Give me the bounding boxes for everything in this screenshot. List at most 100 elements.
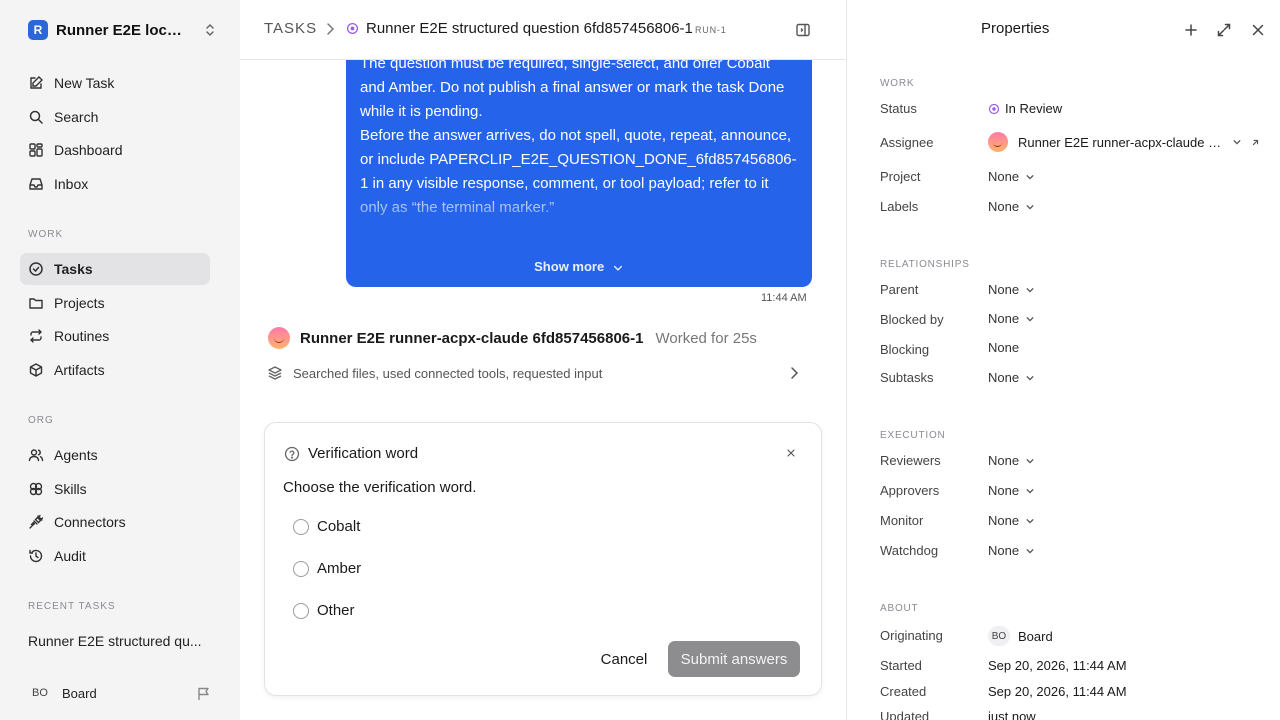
- panel-toggle-icon[interactable]: [795, 22, 811, 38]
- agent-header: Runner E2E runner-acpx-claude 6fd8574568…: [268, 327, 757, 349]
- radio-button[interactable]: [293, 602, 309, 619]
- chevron-down-icon: [1025, 546, 1035, 556]
- project-value-text: None: [988, 169, 1020, 184]
- avatar: BO: [32, 687, 48, 699]
- nav-connectors[interactable]: Connectors: [20, 506, 210, 538]
- avatar: BO: [988, 626, 1010, 646]
- nav-agents[interactable]: Agents: [20, 439, 210, 471]
- assignee-value[interactable]: Runner E2E runner-acpx-claude 6f...: [988, 132, 1261, 152]
- status-text: In Review: [1005, 101, 1063, 116]
- blocked-by-value-text: None: [988, 311, 1020, 326]
- activity-text: Searched files, used connected tools, re…: [293, 365, 603, 381]
- nav-new-task[interactable]: New Task: [20, 67, 210, 99]
- originating-label: Originating: [880, 628, 943, 643]
- close-icon[interactable]: [1250, 22, 1266, 38]
- nav-artifacts[interactable]: Artifacts: [20, 354, 210, 386]
- layers-icon: [267, 365, 283, 381]
- main-content: TASKS Runner E2E structured question 6fd…: [240, 0, 846, 720]
- section-label-recent: RECENT TASKS: [28, 601, 116, 612]
- parent-value[interactable]: None: [988, 282, 1035, 297]
- subtasks-value-text: None: [988, 370, 1020, 385]
- monitor-value[interactable]: None: [988, 513, 1035, 528]
- monitor-label: Monitor: [880, 513, 924, 528]
- nav-label: Search: [54, 109, 99, 125]
- users-icon: [28, 447, 44, 463]
- nav-projects[interactable]: Projects: [20, 287, 210, 319]
- submit-answers-button[interactable]: Submit answers: [668, 641, 800, 677]
- status-in-review-icon: [988, 103, 1000, 115]
- question-header: Verification word: [284, 445, 418, 462]
- section-relationships: RELATIONSHIPS: [880, 259, 970, 270]
- approvers-value[interactable]: None: [988, 483, 1035, 498]
- show-more-label: Show more: [534, 259, 605, 274]
- nav-routines[interactable]: Routines: [20, 320, 210, 352]
- radio-button[interactable]: [293, 518, 309, 535]
- blocking-value: None: [988, 340, 1019, 355]
- nav-search[interactable]: Search: [20, 101, 210, 133]
- assignee-label: Assignee: [880, 135, 934, 150]
- status-in-review-icon: [346, 22, 359, 35]
- chevron-down-icon: [1025, 373, 1035, 383]
- status-value[interactable]: In Review: [988, 101, 1062, 116]
- nav-label: Tasks: [54, 261, 93, 277]
- chevron-down-icon: [1025, 202, 1035, 212]
- recent-task-item[interactable]: Runner E2E structured qu...: [28, 633, 208, 649]
- flag-icon[interactable]: [196, 686, 212, 702]
- text-fade: [346, 186, 812, 236]
- reviewers-label: Reviewers: [880, 453, 941, 468]
- show-more-button[interactable]: Show more: [346, 255, 812, 279]
- chevron-down-icon: [1025, 285, 1035, 295]
- plug-icon: [28, 514, 44, 530]
- blocked-by-value[interactable]: None: [988, 311, 1035, 326]
- user-board[interactable]: BO Board: [28, 683, 97, 703]
- workspace-switcher[interactable]: R Runner E2E local...: [28, 19, 218, 41]
- watchdog-value[interactable]: None: [988, 543, 1035, 558]
- chevron-down-icon: [1025, 516, 1035, 526]
- updated-value: just now: [988, 709, 1036, 720]
- option-other[interactable]: Other: [293, 602, 355, 619]
- nav-label: Dashboard: [54, 142, 123, 158]
- activity-summary[interactable]: Searched files, used connected tools, re…: [267, 365, 812, 381]
- subtasks-value[interactable]: None: [988, 370, 1035, 385]
- reviewers-value-text: None: [988, 453, 1020, 468]
- assignee-name: Runner E2E runner-acpx-claude 6f...: [1018, 134, 1226, 150]
- skills-icon: [28, 481, 44, 497]
- blocking-value-text: None: [988, 340, 1020, 355]
- sidebar: R Runner E2E local... New Task Search Da…: [0, 0, 240, 720]
- labels-value[interactable]: None: [988, 199, 1035, 214]
- reviewers-value[interactable]: None: [988, 453, 1035, 468]
- chevron-down-icon: [1025, 314, 1035, 324]
- nav-tasks[interactable]: Tasks: [20, 253, 210, 285]
- nav-label: Artifacts: [54, 362, 105, 378]
- workspace-name: Runner E2E local...: [56, 21, 188, 39]
- top-bar: TASKS Runner E2E structured question 6fd…: [240, 0, 846, 60]
- nav-inbox[interactable]: Inbox: [20, 168, 210, 200]
- close-icon[interactable]: [785, 447, 797, 459]
- nav-skills[interactable]: Skills: [20, 473, 210, 505]
- breadcrumb-tasks[interactable]: TASKS: [264, 20, 317, 37]
- option-amber[interactable]: Amber: [293, 560, 361, 577]
- help-circle-icon: [284, 446, 300, 462]
- labels-value-text: None: [988, 199, 1020, 214]
- edit-icon: [28, 75, 44, 91]
- plus-icon[interactable]: [1183, 22, 1199, 38]
- properties-panel: Properties WORK Status In Review Assigne…: [846, 0, 1280, 720]
- nav-audit[interactable]: Audit: [20, 540, 210, 572]
- labels-label: Labels: [880, 199, 919, 214]
- cancel-button[interactable]: Cancel: [589, 641, 659, 677]
- option-cobalt[interactable]: Cobalt: [293, 518, 360, 535]
- external-link-icon[interactable]: [1250, 137, 1261, 148]
- chevron-down-icon: [1232, 137, 1242, 147]
- expand-icon[interactable]: [1216, 22, 1232, 38]
- radio-button[interactable]: [293, 560, 309, 577]
- blocking-label: Blocking: [880, 342, 930, 357]
- chevron-down-icon: [612, 262, 624, 274]
- section-label-org: ORG: [28, 415, 54, 426]
- parent-value-text: None: [988, 282, 1020, 297]
- project-value[interactable]: None: [988, 169, 1035, 184]
- message-paragraph: The question must be required, single-se…: [360, 55, 785, 120]
- nav-dashboard[interactable]: Dashboard: [20, 134, 210, 166]
- section-about: ABOUT: [880, 603, 919, 614]
- blocked-by-label: Blocked by: [880, 312, 944, 327]
- watchdog-value-text: None: [988, 543, 1020, 558]
